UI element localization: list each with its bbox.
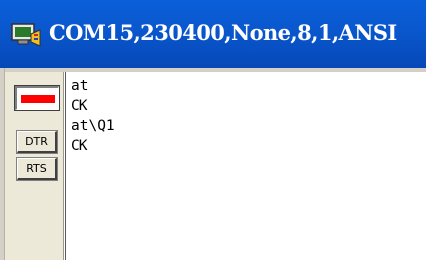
terminal-line: CK xyxy=(71,98,87,114)
terminal-line: CK xyxy=(71,138,87,154)
terminal-window: COM15,230400,None,8,1,ANSI DTR RTS at CK… xyxy=(0,0,426,260)
status-indicator xyxy=(14,85,60,111)
status-lamp-icon xyxy=(20,94,55,103)
rts-button[interactable]: RTS xyxy=(16,157,58,181)
window-frame-left xyxy=(0,68,5,260)
terminal-line: at\Q1 xyxy=(71,118,115,134)
window-title: COM15,230400,None,8,1,ANSI xyxy=(49,20,397,45)
terminal-line: at xyxy=(71,78,89,94)
serial-terminal-app-icon xyxy=(11,23,41,47)
terminal-output[interactable]: at CK at\Q1 CK xyxy=(65,72,426,260)
title-bar[interactable]: COM15,230400,None,8,1,ANSI xyxy=(0,0,426,68)
dtr-button[interactable]: DTR xyxy=(16,130,58,154)
